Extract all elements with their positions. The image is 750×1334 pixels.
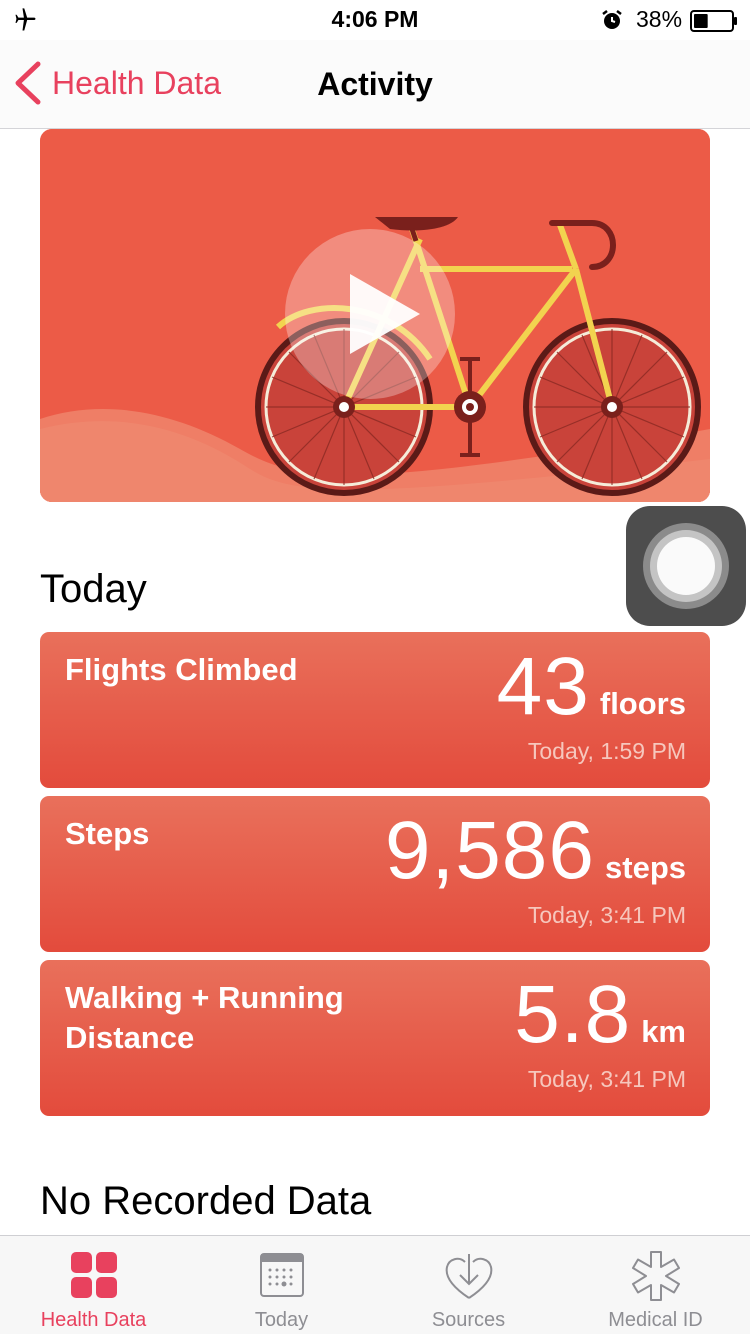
battery-percent: 38%	[636, 6, 683, 32]
battery-icon	[690, 10, 737, 32]
bicycle-illustration	[40, 129, 710, 502]
section-header-today: Today	[40, 567, 147, 611]
calendar-icon	[259, 1253, 304, 1297]
chevron-left-icon	[15, 61, 41, 105]
metric-value: 5.8	[514, 969, 632, 1060]
page-title-text: Activity	[317, 66, 433, 102]
metric-timestamp: Today, 1:59 PM	[527, 738, 686, 764]
content-scroll[interactable]: Today Flights Climbed 43 floors Today, 1…	[0, 129, 750, 1235]
status-bar: 4:06 PM 38%	[0, 0, 750, 40]
grid-icon	[70, 1252, 117, 1298]
navigation-bar: Health Data Activity	[0, 40, 750, 129]
metric-value: 43	[496, 641, 590, 732]
metric-value-row: 5.8 km	[514, 968, 686, 1062]
metric-card-flights-climbed[interactable]: Flights Climbed 43 floors Today, 1:59 PM	[40, 632, 710, 788]
metric-value-row: 43 floors	[497, 640, 686, 734]
section-header-no-recorded-data: No Recorded Data	[40, 1179, 372, 1223]
tab-sources[interactable]: Sources	[375, 1236, 562, 1334]
assistive-touch-button[interactable]	[626, 506, 746, 626]
metric-card-steps[interactable]: Steps 9,586 steps Today, 3:41 PM	[40, 796, 710, 952]
tab-label: Medical ID	[608, 1309, 703, 1331]
metric-card-walking-running-distance[interactable]: Walking + Running Distance 5.8 km Today,…	[40, 960, 710, 1116]
metric-title: Flights Climbed	[65, 652, 298, 687]
tab-today[interactable]: Today	[188, 1236, 375, 1334]
metric-title: Steps	[65, 816, 150, 851]
tab-medical-id[interactable]: Medical ID	[562, 1236, 749, 1334]
metric-unit: steps	[605, 850, 686, 885]
metric-value: 9,586	[384, 805, 596, 896]
metric-value-row: 9,586 steps	[385, 804, 686, 898]
tab-bar: Health Data Today Sources Medical ID	[0, 1235, 750, 1334]
tab-label: Today	[254, 1309, 309, 1331]
activity-video-card[interactable]	[40, 129, 710, 502]
tab-label: Sources	[431, 1309, 506, 1331]
tab-health-data[interactable]: Health Data	[0, 1236, 187, 1334]
metric-unit: floors	[599, 686, 686, 721]
metric-timestamp: Today, 3:41 PM	[527, 902, 686, 928]
metric-unit: km	[641, 1014, 686, 1049]
metric-title: Walking + Running Distance	[65, 980, 344, 1055]
back-button-label: Health Data	[52, 64, 221, 101]
metric-timestamp: Today, 3:41 PM	[527, 1066, 686, 1092]
medical-star-icon	[631, 1251, 680, 1301]
play-icon[interactable]	[285, 229, 455, 399]
assistive-touch-ring-inner	[657, 537, 715, 595]
heart-download-icon	[445, 1254, 492, 1299]
back-button[interactable]: Health Data	[12, 58, 221, 108]
tab-label: Health Data	[40, 1309, 147, 1331]
alarm-icon	[602, 10, 622, 29]
